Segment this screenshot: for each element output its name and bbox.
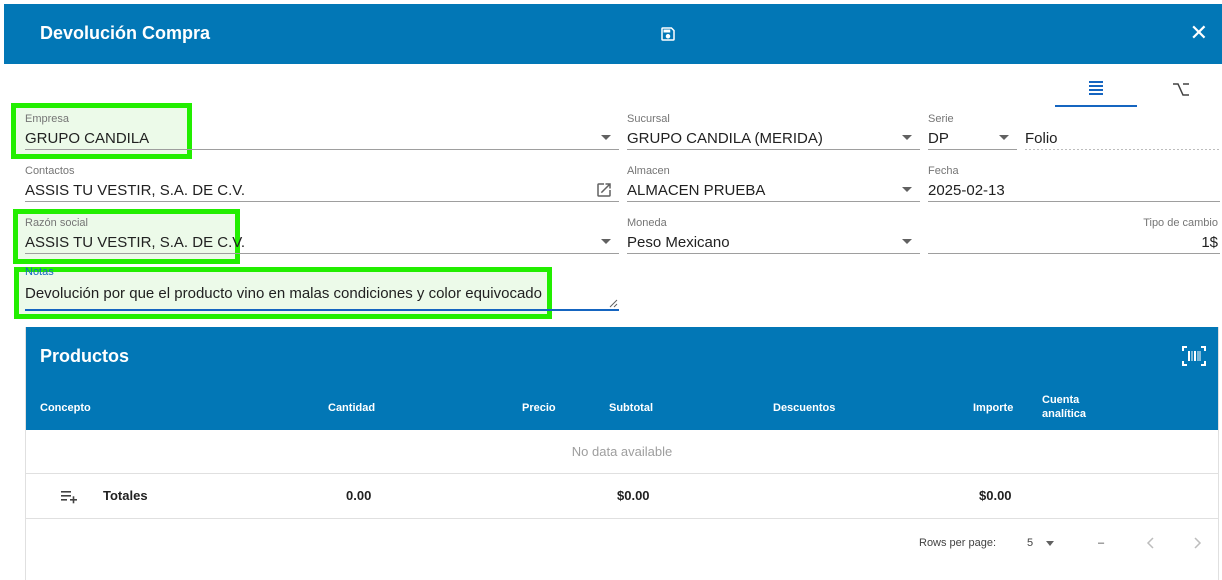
rows-per-page-label: Rows per page: [919,537,997,549]
list-icon [1089,80,1103,95]
tipo-cambio-field[interactable]: Tipo de cambio 1$ [928,217,1220,254]
dialog-title: Devolución Compra [40,23,211,43]
razon-social-value: ASSIS TU VESTIR, S.A. DE C.V. [25,234,246,251]
folio-field[interactable]: Folio [1025,113,1220,150]
column-header-precio[interactable]: Precio [522,402,556,414]
almacen-value: ALMACEN PRUEBA [627,182,766,199]
empresa-value: GRUPO CANDILA [25,130,150,147]
column-header-descuentos[interactable]: Descuentos [773,402,835,414]
contactos-label: Contactos [25,165,75,177]
totals-importe: $0.00 [979,488,1012,503]
view-tabs [1055,70,1222,108]
sucursal-label: Sucursal [627,113,670,125]
no-data-message: No data available [26,430,1218,474]
serie-value: DP [928,130,949,147]
chevron-down-icon [902,135,912,140]
totals-row: Totales 0.00 $0.00 $0.00 [26,474,1218,519]
chevron-right-icon[interactable] [1192,537,1202,549]
open-in-new-icon[interactable] [595,181,613,199]
products-table: Productos Concepto Cantidad Precio Subto… [25,327,1219,580]
sucursal-select[interactable]: Sucursal GRUPO CANDILA (MERIDA) [627,113,920,150]
fecha-label: Fecha [928,165,959,177]
tipo-cambio-label: Tipo de cambio [1143,217,1218,229]
chevron-down-icon [902,187,912,192]
column-header-importe[interactable]: Importe [973,402,1013,414]
notas-label: Notas [25,266,54,278]
chevron-down-icon [601,239,611,244]
folio-placeholder: Folio [1025,130,1058,147]
totals-cantidad: 0.00 [346,488,372,503]
chevron-down-icon [1046,540,1055,546]
moneda-label: Moneda [627,217,667,229]
column-header-cuenta-analitica[interactable]: Cuenta analítica [1042,393,1102,421]
tipo-cambio-value: 1$ [1201,234,1218,251]
column-header-concepto[interactable]: Concepto [40,402,91,414]
serie-label: Serie [928,113,954,125]
totals-label: Totales [103,488,148,503]
razon-social-select[interactable]: Razón social ASSIS TU VESTIR, S.A. DE C.… [25,217,619,254]
save-icon[interactable] [659,25,677,43]
fecha-value: 2025-02-13 [928,182,1005,199]
products-header: Productos Concepto Cantidad Precio Subto… [26,327,1218,430]
rows-per-page-value: 5 [1027,537,1034,549]
tab-list-view[interactable] [1055,70,1137,107]
pagination: Rows per page: 5 – [26,519,1218,569]
resize-handle-icon[interactable] [609,299,618,308]
chevron-down-icon [902,239,912,244]
page-range: – [1098,537,1105,549]
almacen-select[interactable]: Almacen ALMACEN PRUEBA [627,165,920,202]
barcode-scan-icon[interactable] [1182,346,1206,366]
empresa-label: Empresa [25,113,70,125]
serie-select[interactable]: Serie DP [928,113,1017,150]
tab-alternate-view[interactable] [1140,70,1222,107]
rows-per-page-select[interactable]: 5 [1027,537,1055,549]
moneda-select[interactable]: Moneda Peso Mexicano [627,217,920,254]
contactos-value: ASSIS TU VESTIR, S.A. DE C.V. [25,182,246,199]
totals-subtotal: $0.00 [617,488,650,503]
close-icon[interactable]: ✕ [1190,22,1208,44]
chevron-left-icon[interactable] [1146,537,1156,549]
fecha-field[interactable]: Fecha 2025-02-13 [928,165,1220,202]
almacen-label: Almacen [627,165,670,177]
sucursal-value: GRUPO CANDILA (MERIDA) [627,130,823,147]
notas-value: Devolución por que el producto vino en m… [25,285,542,302]
razon-social-label: Razón social [25,217,88,229]
contactos-field[interactable]: Contactos ASSIS TU VESTIR, S.A. DE C.V. [25,165,619,202]
column-header-subtotal[interactable]: Subtotal [609,402,653,414]
empresa-select[interactable]: Empresa GRUPO CANDILA [25,113,619,150]
chevron-down-icon [601,135,611,140]
column-header-cantidad[interactable]: Cantidad [328,402,375,414]
option-key-icon [1173,82,1189,96]
moneda-value: Peso Mexicano [627,234,730,251]
chevron-down-icon [999,135,1009,140]
playlist-add-icon[interactable] [60,490,78,504]
notas-textarea[interactable]: Notas Devolución por que el producto vin… [25,266,619,311]
products-title: Productos [40,346,130,366]
dialog-header: Devolución Compra ✕ [4,4,1222,64]
